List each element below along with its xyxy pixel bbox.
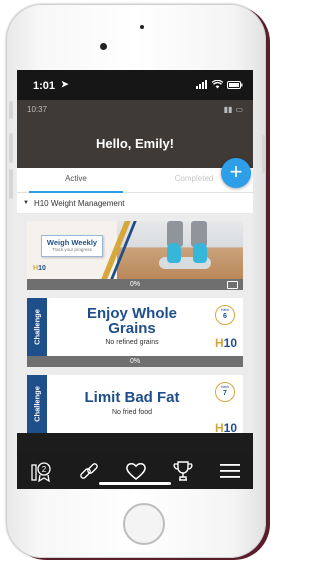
greeting-title: Hello, Emily! bbox=[95, 136, 175, 151]
foot-left bbox=[167, 243, 181, 263]
limit-bad-fat-banner: Challenge Limit Bad Fat No fried food Ha… bbox=[27, 375, 243, 433]
inner-status-time: 10:37 bbox=[27, 105, 48, 114]
challenge-stripe: Challenge bbox=[27, 298, 47, 356]
power-button bbox=[262, 135, 266, 173]
habit-feed: Weigh Weekly Track your progress H10 0% … bbox=[17, 214, 253, 433]
card-limit-bad-fat[interactable]: Challenge Limit Bad Fat No fried food Ha… bbox=[27, 375, 243, 433]
menu-icon[interactable] bbox=[219, 462, 241, 480]
progress-text: 0% bbox=[129, 358, 141, 365]
card-whole-grains[interactable]: Challenge Enjoy Whole Grains No refined … bbox=[27, 298, 243, 367]
habit-number: 6 bbox=[223, 313, 227, 320]
add-button[interactable]: + bbox=[221, 158, 251, 188]
weigh-weekly-label-box: Weigh Weekly Track your progress bbox=[41, 235, 103, 257]
status-bar: 1:01 ➤ bbox=[17, 70, 253, 100]
card-title: Enjoy Whole Grains bbox=[49, 306, 215, 336]
battery-icon bbox=[227, 80, 243, 89]
progress-bar: 0% bbox=[27, 356, 243, 367]
foot-right bbox=[193, 243, 207, 263]
inner-battery-icon: ▭ bbox=[235, 105, 243, 114]
tab-strip: Active Completed bbox=[17, 168, 253, 193]
section-title: H10 Weight Management bbox=[33, 198, 125, 208]
badge-2-icon[interactable]: 2 bbox=[29, 459, 53, 483]
progress-text: 0% bbox=[129, 281, 141, 288]
challenge-tag: Challenge bbox=[32, 309, 42, 345]
volume-up-button bbox=[9, 133, 13, 163]
link-icon[interactable] bbox=[78, 460, 100, 482]
home-indicator[interactable] bbox=[99, 482, 171, 485]
whole-grains-banner: Challenge Enjoy Whole Grains No refined … bbox=[27, 298, 243, 356]
challenge-tag: Challenge bbox=[32, 386, 42, 422]
habit-badge: Habit 6 bbox=[215, 305, 235, 325]
wifi-icon bbox=[212, 80, 223, 89]
comment-icon[interactable] bbox=[227, 281, 238, 289]
card-weigh-weekly[interactable]: Weigh Weekly Track your progress H10 0% bbox=[27, 221, 243, 290]
mute-switch bbox=[9, 101, 13, 119]
weigh-weekly-image: Weigh Weekly Track your progress H10 bbox=[27, 221, 243, 279]
signal-icon bbox=[196, 80, 207, 89]
card-title-line-1: Enjoy Whole bbox=[87, 305, 177, 322]
heart-icon[interactable] bbox=[124, 460, 148, 482]
front-camera bbox=[100, 43, 107, 50]
section-header[interactable]: ▼ H10 Weight Management bbox=[17, 193, 253, 214]
habit-badge: Habit 7 bbox=[215, 382, 235, 402]
inner-signal-icon: ▮▮ bbox=[223, 105, 233, 114]
tab-active[interactable]: Active bbox=[17, 168, 135, 193]
home-button[interactable] bbox=[123, 503, 165, 545]
h10-logo: H10 bbox=[214, 336, 237, 350]
inner-status-icons: ▮▮ ▭ bbox=[224, 105, 243, 114]
badge-count: 2 bbox=[42, 465, 47, 474]
status-time: 1:01 bbox=[33, 80, 56, 92]
h10-logo: H10 bbox=[33, 265, 46, 272]
location-arrow-icon: ➤ bbox=[61, 79, 69, 89]
weigh-weekly-subtitle: Track your progress bbox=[52, 247, 92, 252]
card-title: Limit Bad Fat bbox=[84, 389, 180, 406]
challenge-stripe: Challenge bbox=[27, 375, 47, 433]
trophy-icon[interactable] bbox=[172, 459, 194, 483]
h10-logo: H10 bbox=[214, 421, 237, 433]
app-header: 10:37 ▮▮ ▭ Hello, Emily! bbox=[17, 100, 253, 168]
volume-down-button bbox=[9, 169, 13, 199]
habit-number: 7 bbox=[223, 390, 227, 397]
weigh-weekly-title: Weigh Weekly bbox=[46, 238, 98, 247]
card-subtitle: No fried food bbox=[111, 409, 153, 416]
card-subtitle: No refined grains bbox=[105, 339, 159, 346]
screen: 1:01 ➤ 10:37 ▮▮ ▭ Hello, Emily! + Active… bbox=[17, 70, 253, 489]
bottom-tab-bar: 2 bbox=[17, 453, 253, 489]
progress-bar: 0% bbox=[27, 279, 243, 290]
collapse-triangle-icon: ▼ bbox=[23, 200, 29, 206]
sensor-dot bbox=[140, 25, 144, 29]
card-title-line-2: Grains bbox=[108, 320, 156, 337]
